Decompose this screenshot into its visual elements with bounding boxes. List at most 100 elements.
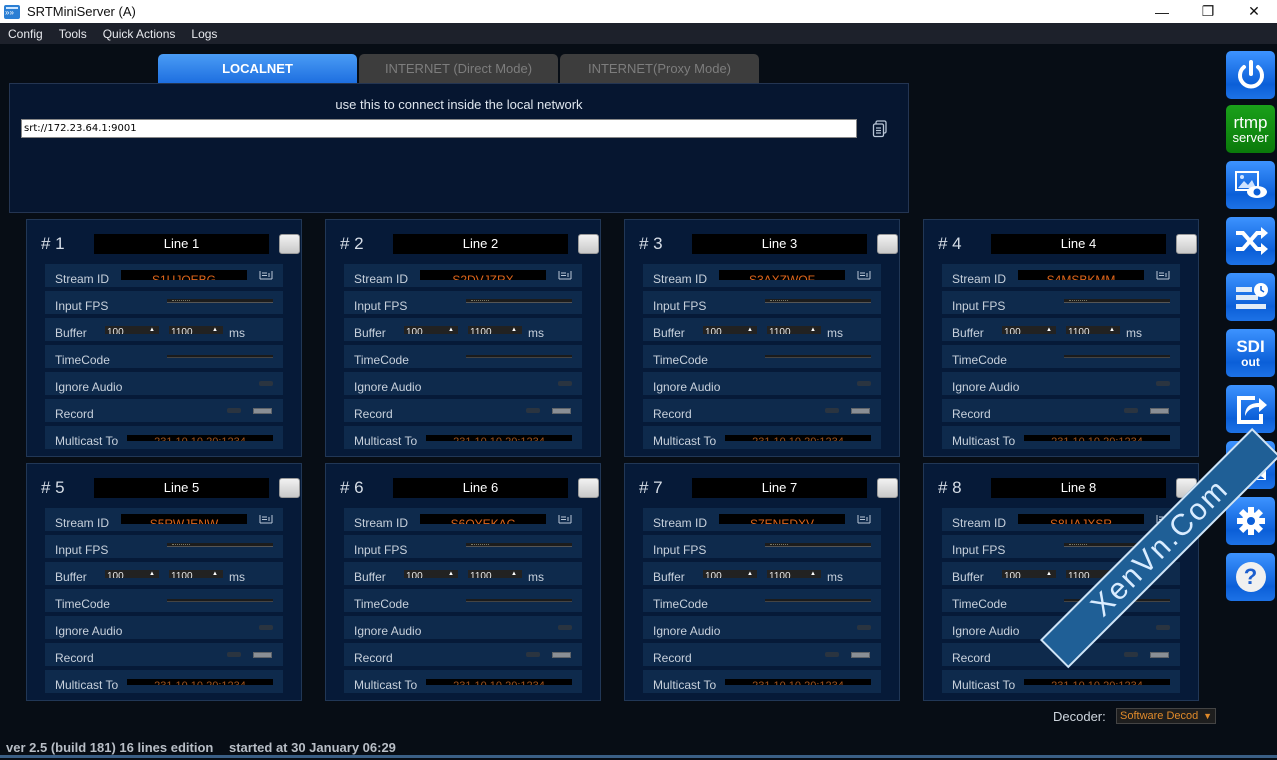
- input-fps-label: Input FPS: [55, 543, 109, 557]
- bottom-divider: [0, 755, 1277, 758]
- spin-up-icon[interactable]: ▲: [1046, 570, 1052, 578]
- line-name-field[interactable]: Line 3: [692, 234, 867, 254]
- copy-stream-id-icon[interactable]: [1156, 270, 1170, 280]
- line-name-field[interactable]: Line 2: [393, 234, 568, 254]
- record-toggle[interactable]: [1150, 408, 1169, 414]
- ignore-audio-toggle[interactable]: [259, 625, 273, 630]
- tab-localnet[interactable]: LOCALNET: [158, 54, 357, 83]
- multicast-address-field[interactable]: 231.10.10.20:1234: [127, 435, 273, 441]
- line-name-field[interactable]: Line 8: [991, 478, 1166, 498]
- spin-up-icon[interactable]: ▲: [511, 570, 517, 578]
- line-enable-checkbox[interactable]: [877, 234, 898, 254]
- multicast-row: Multicast To 231.10.10.20:1234: [643, 426, 881, 449]
- spin-up-icon[interactable]: ▲: [810, 326, 816, 334]
- spin-up-icon[interactable]: ▲: [747, 326, 753, 334]
- spin-up-icon[interactable]: ▲: [1109, 326, 1115, 334]
- spin-up-icon[interactable]: ▲: [212, 570, 218, 578]
- menu-logs[interactable]: Logs: [191, 27, 217, 41]
- multicast-address-field[interactable]: 231.10.10.20:1234: [127, 679, 273, 685]
- multicast-address-field[interactable]: 231.10.10.20:1234: [725, 435, 871, 441]
- menu-config[interactable]: Config: [8, 27, 43, 41]
- sdi-out-button[interactable]: SDI out: [1226, 329, 1275, 377]
- power-button[interactable]: [1226, 51, 1275, 99]
- menu-tools[interactable]: Tools: [59, 27, 87, 41]
- line-enable-checkbox[interactable]: [578, 478, 599, 498]
- stream-id-value[interactable]: S8UAJXSR: [1018, 514, 1144, 524]
- line-name-field[interactable]: Line 6: [393, 478, 568, 498]
- multicast-address-field[interactable]: 231.10.10.20:1234: [725, 679, 871, 685]
- line-name-field[interactable]: Line 1: [94, 234, 269, 254]
- shuffle-button[interactable]: [1226, 217, 1275, 265]
- record-row: Record: [643, 643, 881, 666]
- minimize-button[interactable]: —: [1139, 0, 1185, 23]
- line-name-field[interactable]: Line 5: [94, 478, 269, 498]
- copy-stream-id-icon[interactable]: [857, 270, 871, 280]
- stream-id-value[interactable]: S6OYEKAC: [420, 514, 546, 524]
- multicast-label: Multicast To: [55, 678, 119, 692]
- ignore-audio-row: Ignore Audio: [942, 372, 1180, 395]
- spin-up-icon[interactable]: ▲: [448, 326, 454, 334]
- copy-icon[interactable]: [872, 120, 888, 138]
- line-enable-checkbox[interactable]: [279, 478, 300, 498]
- line-enable-checkbox[interactable]: [877, 478, 898, 498]
- image-preview-button[interactable]: [1226, 161, 1275, 209]
- record-row: Record: [344, 643, 582, 666]
- line-enable-checkbox[interactable]: [279, 234, 300, 254]
- ignore-audio-toggle[interactable]: [857, 625, 871, 630]
- stream-id-value[interactable]: S7ENEDXV: [719, 514, 845, 524]
- help-button[interactable]: ?: [1226, 553, 1275, 601]
- spin-up-icon[interactable]: ▲: [810, 570, 816, 578]
- stream-id-value[interactable]: S2DVJZRX: [420, 270, 546, 280]
- tab-internet-direct[interactable]: INTERNET (Direct Mode): [359, 54, 558, 83]
- menu-quick-actions[interactable]: Quick Actions: [103, 27, 176, 41]
- maximize-button[interactable]: ❐: [1185, 0, 1231, 23]
- multicast-address-field[interactable]: 231.10.10.20:1234: [426, 435, 572, 441]
- line-enable-checkbox[interactable]: [1176, 234, 1197, 254]
- settings-button[interactable]: [1226, 497, 1275, 545]
- timecode-label: TimeCode: [354, 353, 409, 367]
- stream-id-value[interactable]: S5RWJENW: [121, 514, 247, 524]
- srt-url-field[interactable]: srt://172.23.64.1:9001: [21, 119, 857, 138]
- spin-up-icon[interactable]: ▲: [448, 570, 454, 578]
- spin-up-icon[interactable]: ▲: [149, 326, 155, 334]
- spin-up-icon[interactable]: ▲: [511, 326, 517, 334]
- line-name-field[interactable]: Line 4: [991, 234, 1166, 254]
- copy-stream-id-icon[interactable]: [259, 514, 273, 524]
- ignore-audio-toggle[interactable]: [1156, 381, 1170, 386]
- copy-stream-id-icon[interactable]: [558, 514, 572, 524]
- record-toggle[interactable]: [253, 652, 272, 658]
- ignore-audio-toggle[interactable]: [1156, 625, 1170, 630]
- line-name-field[interactable]: Line 7: [692, 478, 867, 498]
- record-toggle[interactable]: [851, 652, 870, 658]
- record-toggle[interactable]: [552, 408, 571, 414]
- stream-id-value[interactable]: S3AXZWOF: [719, 270, 845, 280]
- record-toggle[interactable]: [253, 408, 272, 414]
- ignore-audio-toggle[interactable]: [558, 381, 572, 386]
- copy-stream-id-icon[interactable]: [857, 514, 871, 524]
- decoder-select[interactable]: Software Decod ▼: [1116, 708, 1216, 724]
- copy-stream-id-icon[interactable]: [558, 270, 572, 280]
- rtmp-server-button[interactable]: rtmp server: [1226, 105, 1275, 153]
- stream-id-value[interactable]: S1UJOEBG: [121, 270, 247, 280]
- ignore-audio-toggle[interactable]: [259, 381, 273, 386]
- record-toggle[interactable]: [1150, 652, 1169, 658]
- tab-internet-proxy[interactable]: INTERNET(Proxy Mode): [560, 54, 759, 83]
- schedule-button[interactable]: [1226, 273, 1275, 321]
- spin-up-icon[interactable]: ▲: [747, 570, 753, 578]
- spin-up-icon[interactable]: ▲: [149, 570, 155, 578]
- record-toggle[interactable]: [552, 652, 571, 658]
- share-button[interactable]: [1226, 385, 1275, 433]
- line-enable-checkbox[interactable]: [578, 234, 599, 254]
- multicast-address-field[interactable]: 231.10.10.20:1234: [426, 679, 572, 685]
- spin-up-icon[interactable]: ▲: [212, 326, 218, 334]
- record-toggle[interactable]: [851, 408, 870, 414]
- ignore-audio-toggle[interactable]: [857, 381, 871, 386]
- ignore-audio-toggle[interactable]: [558, 625, 572, 630]
- spin-up-icon[interactable]: ▲: [1046, 326, 1052, 334]
- multicast-address-field[interactable]: 231.10.10.20:1234: [1024, 679, 1170, 685]
- copy-stream-id-icon[interactable]: [259, 270, 273, 280]
- card-header: # 8 Line 8: [938, 478, 1197, 498]
- multicast-address-field[interactable]: 231.10.10.20:1234: [1024, 435, 1170, 441]
- stream-id-value[interactable]: S4MSBKMM: [1018, 270, 1144, 280]
- close-button[interactable]: ✕: [1231, 0, 1277, 23]
